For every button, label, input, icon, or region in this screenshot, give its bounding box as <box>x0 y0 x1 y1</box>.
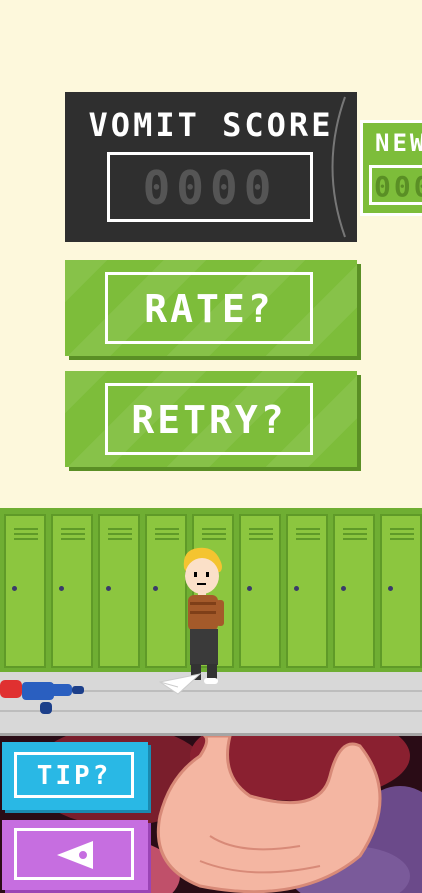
locker-handle-icon <box>247 586 252 591</box>
rate-button-frame: RATE? <box>105 272 313 344</box>
locker-handle-icon <box>106 586 111 591</box>
locker <box>239 514 281 668</box>
back-button-frame <box>14 828 134 880</box>
tip-button[interactable]: TIP? <box>2 742 148 810</box>
locker-handle-icon <box>153 586 158 591</box>
score-value: 0000 <box>142 161 278 215</box>
back-button[interactable] <box>2 820 148 890</box>
glare-decoration <box>331 96 346 238</box>
locker-handle-icon <box>59 586 64 591</box>
score-display: 0000 <box>107 152 313 222</box>
locker-handle-icon <box>341 586 346 591</box>
fallen-student-character <box>0 680 84 714</box>
locker-handle-icon <box>12 586 17 591</box>
paper-airplane-icon <box>158 673 202 695</box>
tip-button-label: TIP? <box>36 761 112 791</box>
retry-button-frame: RETRY? <box>105 383 313 455</box>
new-best-display: 000 <box>369 165 422 205</box>
rate-button[interactable]: RATE? <box>65 260 357 356</box>
new-best-value: 000 <box>374 170 422 203</box>
score-title: VOMIT SCORE <box>88 106 334 144</box>
tip-button-frame: TIP? <box>14 752 134 798</box>
retry-button-label: RETRY? <box>131 398 287 442</box>
new-best-panel: NEW 000 <box>360 120 422 216</box>
new-best-label: NEW <box>375 129 422 157</box>
locker <box>380 514 422 668</box>
back-arrow-icon <box>57 841 93 869</box>
locker <box>286 514 328 668</box>
locker <box>51 514 93 668</box>
score-panel: VOMIT SCORE 0000 <box>65 92 357 242</box>
retry-button[interactable]: RETRY? <box>65 371 357 467</box>
locker <box>98 514 140 668</box>
locker <box>333 514 375 668</box>
rate-button-label: RATE? <box>144 287 274 331</box>
student-character <box>183 547 224 684</box>
locker-handle-icon <box>388 586 393 591</box>
locker <box>4 514 46 668</box>
locker-handle-icon <box>294 586 299 591</box>
